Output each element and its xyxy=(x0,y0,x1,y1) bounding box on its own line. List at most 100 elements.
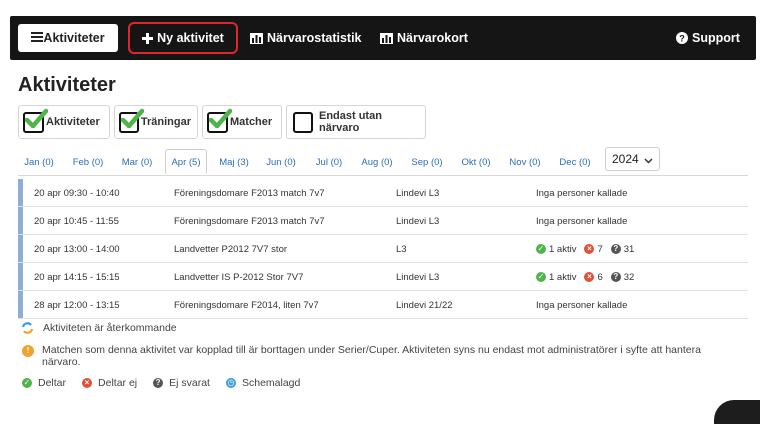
legend-not-answered: Ej svarat xyxy=(169,377,210,389)
bar-chart-icon xyxy=(380,32,393,44)
tab-month-dec[interactable]: Dec (0) xyxy=(554,149,596,175)
filter-activities-toggle[interactable]: Aktiviteter xyxy=(18,105,110,139)
recurring-icon xyxy=(22,322,33,334)
checked-checkbox-icon xyxy=(23,108,48,133)
filter-trainings-label: Träningar xyxy=(140,116,191,128)
nav-support[interactable]: ? Support xyxy=(676,16,740,60)
nav-activities-button[interactable]: Aktiviteter xyxy=(18,24,118,52)
row-time: 20 apr 14:15 - 15:15 xyxy=(34,271,120,283)
tab-divider xyxy=(18,175,748,176)
row-activity-name[interactable]: Landvetter P2012 7V7 stor xyxy=(174,235,287,263)
bar-chart-icon xyxy=(250,32,263,44)
new-activity-button[interactable]: Ny aktivitet xyxy=(128,22,238,54)
declined-count: 6 xyxy=(597,271,603,283)
filter-matches-label: Matcher xyxy=(230,116,273,128)
new-activity-label: Ny aktivitet xyxy=(157,31,224,45)
clock-icon: ◷ xyxy=(225,378,236,388)
corner-decoration xyxy=(714,400,760,424)
question-circle-icon: ? xyxy=(153,378,164,388)
row-place: Lindevi L3 xyxy=(396,187,440,199)
tab-month-aug[interactable]: Aug (0) xyxy=(356,149,398,175)
nav-attendance-stats[interactable]: Närvarostatistik xyxy=(250,16,362,60)
chevron-down-icon xyxy=(644,154,653,168)
table-row[interactable]: 20 apr 13:00 - 14:00 Landvetter P2012 7V… xyxy=(18,235,748,263)
row-time: 20 apr 10:45 - 11:55 xyxy=(34,215,119,227)
removed-match-note: ! Matchen som denna aktivitet var koppla… xyxy=(22,344,742,368)
nav-support-label: Support xyxy=(692,31,740,45)
nav-attendance-stats-label: Närvarostatistik xyxy=(267,31,362,45)
row-time: 28 apr 12:00 - 13:15 xyxy=(34,299,120,311)
row-attendance-summary: ✓ 1 aktiv × 7 ? 31 xyxy=(536,235,642,263)
tab-month-jan[interactable]: Jan (0) xyxy=(18,149,60,175)
filter-matches-toggle[interactable]: Matcher xyxy=(202,105,282,139)
table-row[interactable]: 20 apr 09:30 - 10:40 Föreningsdomare F20… xyxy=(18,179,748,207)
unchecked-checkbox-icon xyxy=(293,111,313,133)
check-circle-icon: ✓ xyxy=(22,378,32,388)
question-circle-icon: ? xyxy=(610,244,621,254)
active-count: 1 aktiv xyxy=(549,271,577,283)
status-legend: ✓ Deltar × Deltar ej ? Ej svarat ◷ Schemalag… xyxy=(22,377,316,389)
legend-not-participating: Deltar ej xyxy=(98,377,138,389)
declined-count: 7 xyxy=(597,243,603,255)
row-marker xyxy=(18,179,23,206)
row-place: Lindevi L3 xyxy=(396,215,440,227)
row-attendance-summary: ✓ 1 aktiv × 6 ? 32 xyxy=(536,263,642,291)
x-circle-icon: × xyxy=(82,378,93,388)
svg-text:?: ? xyxy=(679,34,685,44)
filter-only-without-attendance-label: Endast utan närvaro xyxy=(318,110,382,134)
nav-attendance-card-label: Närvarokort xyxy=(397,31,468,45)
year-select[interactable]: 2024 xyxy=(605,147,660,171)
row-marker xyxy=(18,235,23,262)
row-marker xyxy=(18,291,23,318)
tab-month-apr[interactable]: Apr (5) xyxy=(165,149,207,175)
row-activity-name[interactable]: Föreningsdomare F2013 match 7v7 xyxy=(174,207,325,235)
hamburger-icon xyxy=(31,31,44,45)
row-status-text: Inga personer kallade xyxy=(536,215,628,227)
row-place: L3 xyxy=(396,243,407,255)
row-activity-name[interactable]: Föreningsdomare F2013 match 7v7 xyxy=(174,179,325,207)
year-select-value: 2024 xyxy=(612,152,639,166)
tab-month-mar[interactable]: Mar (0) xyxy=(116,149,158,175)
check-circle-icon: ✓ xyxy=(536,244,546,254)
legend-participating: Deltar xyxy=(38,377,67,389)
x-circle-icon: × xyxy=(584,244,595,254)
table-row[interactable]: 20 apr 10:45 - 11:55 Föreningsdomare F20… xyxy=(18,207,748,235)
plus-icon xyxy=(142,32,154,44)
unanswered-count: 31 xyxy=(623,243,635,255)
tab-month-maj[interactable]: Maj (3) xyxy=(214,149,254,175)
tab-month-nov[interactable]: Nov (0) xyxy=(504,149,546,175)
table-row[interactable]: 28 apr 12:00 - 13:15 Föreningsdomare F20… xyxy=(18,291,748,319)
row-marker xyxy=(18,207,23,234)
row-marker xyxy=(18,263,23,290)
recurring-note-text: Aktiviteten är återkommande xyxy=(43,322,177,334)
recurring-note: Aktiviteten är återkommande xyxy=(22,322,177,334)
x-circle-icon: × xyxy=(584,272,595,282)
tab-month-sep[interactable]: Sep (0) xyxy=(406,149,448,175)
nav-attendance-card[interactable]: Närvarokort xyxy=(380,16,468,60)
row-status-text: Inga personer kallade xyxy=(536,299,628,311)
check-circle-icon: ✓ xyxy=(536,272,546,282)
activities-table: 20 apr 09:30 - 10:40 Föreningsdomare F20… xyxy=(18,179,748,319)
row-activity-name[interactable]: Föreningsdomare F2014, liten 7v7 xyxy=(174,291,319,319)
nav-activities-label: Aktiviteter xyxy=(43,31,105,45)
unanswered-count: 32 xyxy=(623,271,635,283)
question-circle-icon: ? xyxy=(610,272,621,282)
filter-only-without-attendance-toggle[interactable]: Endast utan närvaro xyxy=(286,105,426,139)
legend-scheduled: Schemalagd xyxy=(241,377,301,389)
table-row[interactable]: 20 apr 14:15 - 15:15 Landvetter IS P-201… xyxy=(18,263,748,291)
row-activity-name[interactable]: Landvetter IS P-2012 Stor 7V7 xyxy=(174,263,303,291)
row-place: Lindevi 21/22 xyxy=(396,299,453,311)
tab-month-jun[interactable]: Jun (0) xyxy=(260,149,302,175)
row-status-text: Inga personer kallade xyxy=(536,187,628,199)
filter-activities-label: Aktiviteter xyxy=(46,116,100,128)
checked-checkbox-icon xyxy=(119,108,144,133)
tab-month-jul[interactable]: Jul (0) xyxy=(310,149,348,175)
filter-trainings-toggle[interactable]: Träningar xyxy=(114,105,198,139)
tab-month-okt[interactable]: Okt (0) xyxy=(456,149,496,175)
removed-match-note-text: Matchen som denna aktivitet var kopplad … xyxy=(42,344,701,368)
row-time: 20 apr 13:00 - 14:00 xyxy=(34,243,120,255)
row-place: Lindevi L3 xyxy=(396,271,440,283)
tab-month-feb[interactable]: Feb (0) xyxy=(66,149,110,175)
question-circle-icon: ? xyxy=(676,32,688,44)
active-count: 1 aktiv xyxy=(549,243,577,255)
